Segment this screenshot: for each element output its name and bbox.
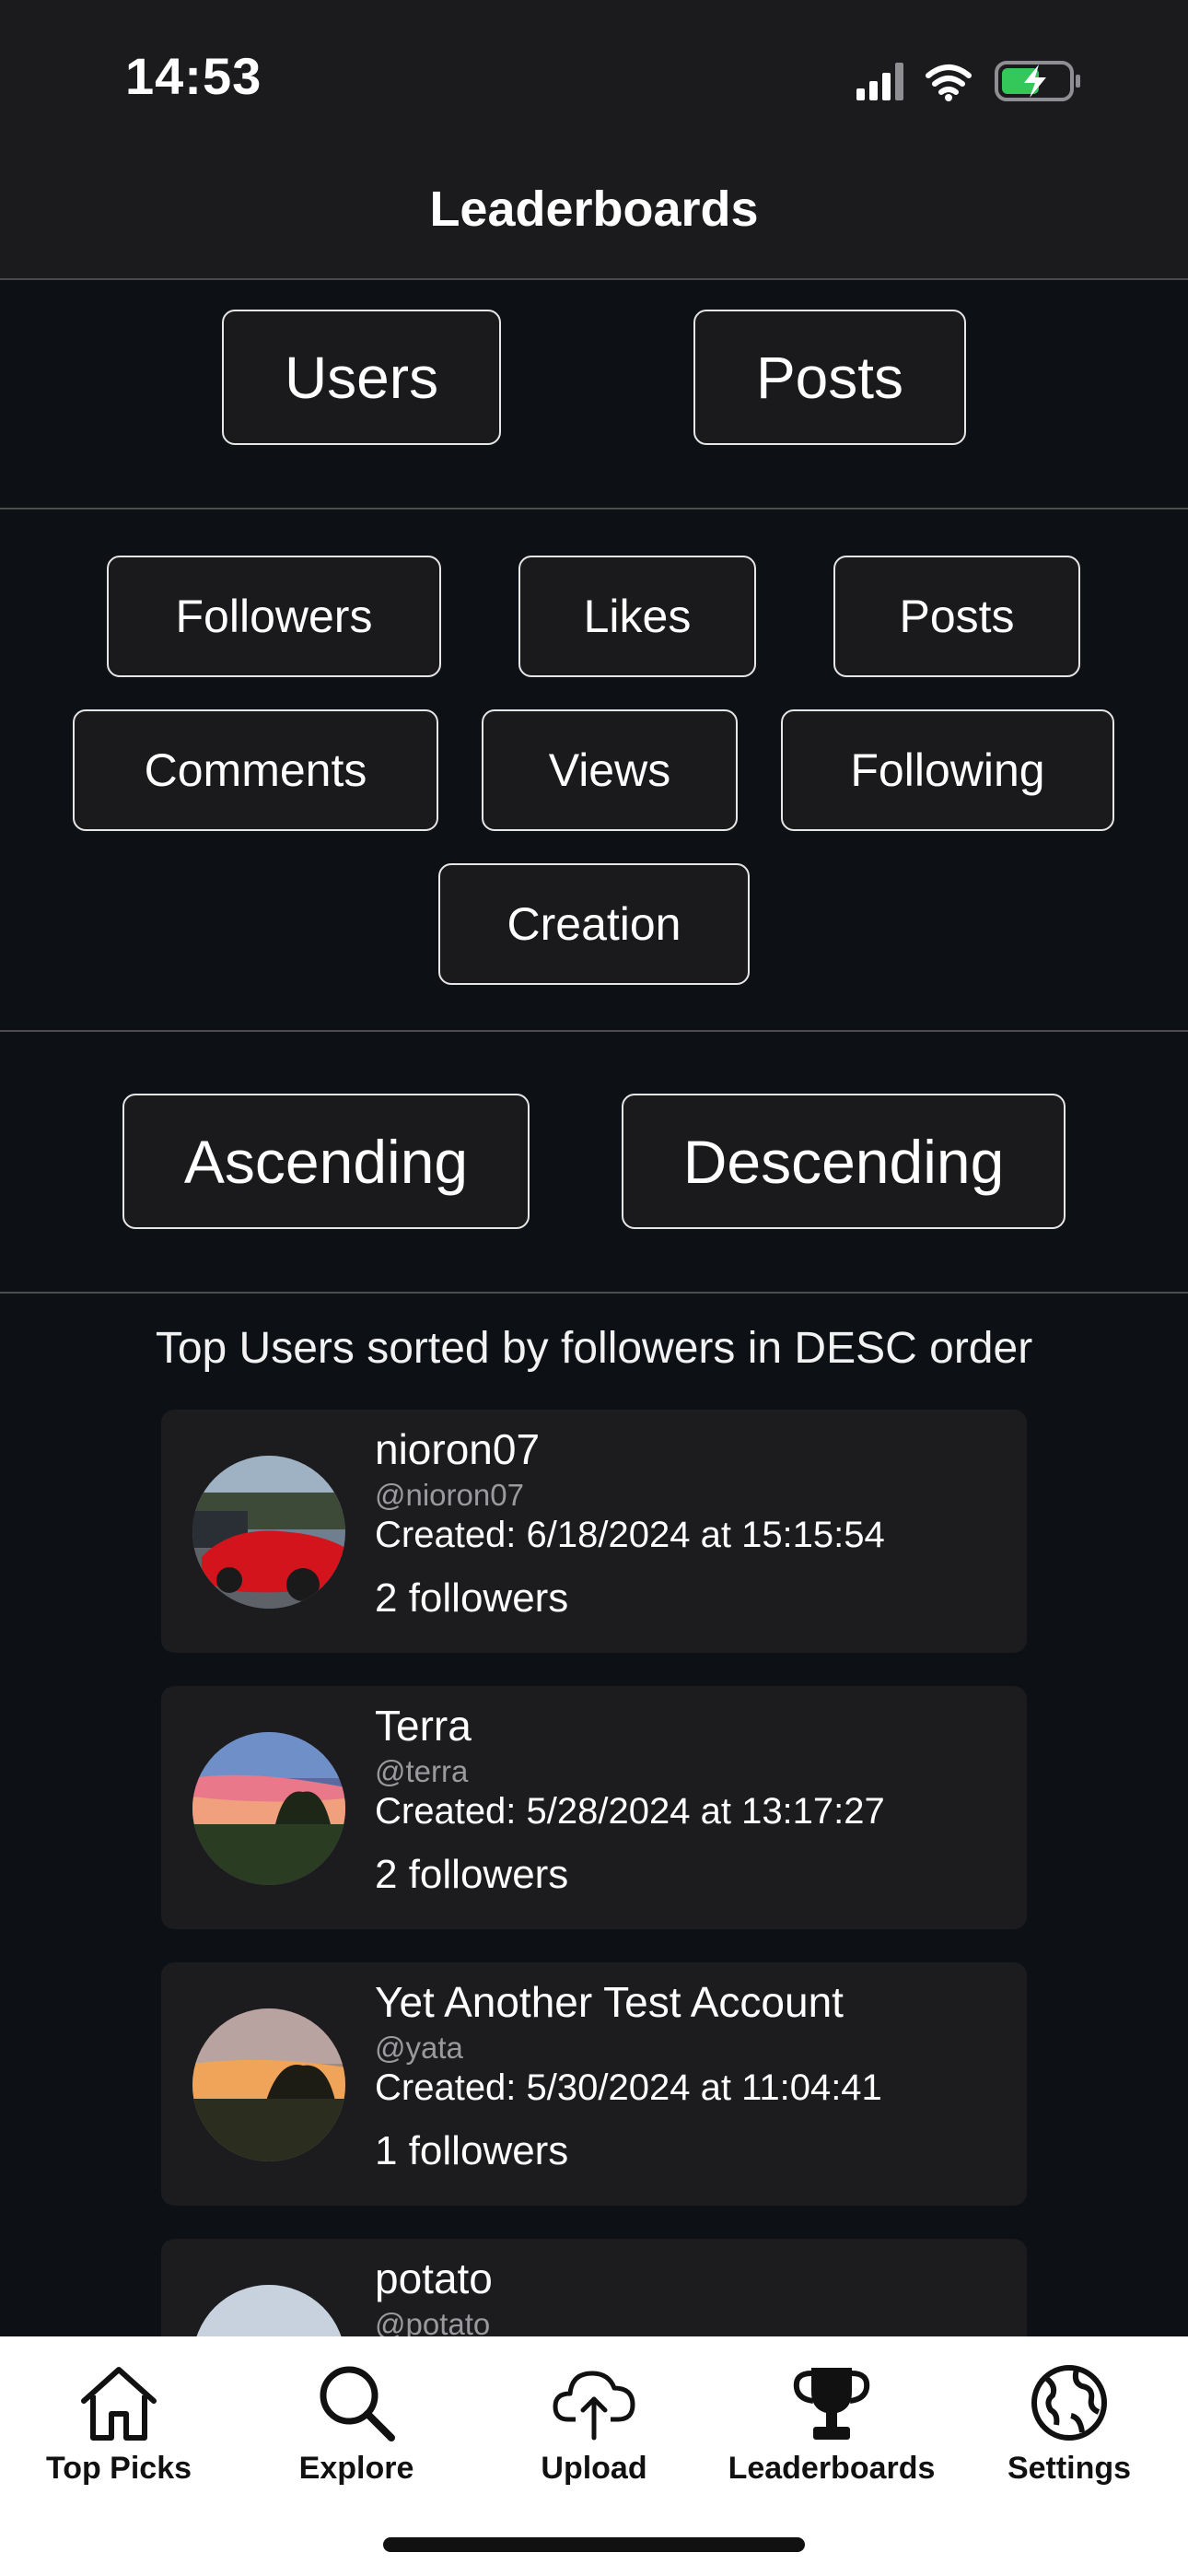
user-followers: 2 followers (375, 1575, 569, 1621)
tab-upload[interactable]: Upload (475, 2336, 713, 2521)
user-list-item[interactable]: Terra @terra Created: 5/28/2024 at 13:17… (161, 1686, 1027, 1929)
avatar (192, 1456, 345, 1609)
user-name: Terra (375, 1702, 472, 1750)
cloud-upload-icon (553, 2371, 635, 2441)
user-name: potato (375, 2254, 493, 2302)
avatar (192, 1732, 345, 1885)
tab-explore-label: Explore (298, 2451, 414, 2486)
cellular-signal-icon (856, 63, 903, 100)
user-handle: @terra (375, 1754, 469, 1788)
sort-posts-button[interactable]: Posts (833, 556, 1080, 677)
nav-header: Leaderboards (0, 147, 1188, 280)
descending-button[interactable]: Descending (622, 1094, 1066, 1229)
user-created: Created: 5/28/2024 at 13:17:27 (375, 1791, 885, 1832)
sort-creation-button[interactable]: Creation (438, 863, 750, 985)
user-list-item[interactable]: nioron07 @nioron07 Created: 6/18/2024 at… (161, 1410, 1027, 1653)
home-indicator (383, 2537, 805, 2552)
user-list-item[interactable]: Yet Another Test Account @yata Created: … (161, 1962, 1027, 2206)
results-caption: Top Users sorted by followers in DESC or… (155, 1324, 1033, 1373)
avatar (192, 2008, 345, 2161)
user-handle: @nioron07 (375, 1478, 524, 1512)
section-divider (0, 508, 1188, 509)
tab-top-picks[interactable]: Top Picks (0, 2336, 238, 2521)
status-icons (856, 57, 1105, 105)
tab-leaderboards-label: Leaderboards (728, 2451, 936, 2486)
sort-likes-button[interactable]: Likes (518, 556, 756, 677)
sort-comments-button[interactable]: Comments (73, 709, 438, 831)
search-icon (320, 2366, 395, 2441)
user-name: Yet Another Test Account (375, 1978, 844, 2026)
user-name: nioron07 (375, 1425, 541, 1473)
globe-icon (1031, 2365, 1107, 2441)
tab-upload-label: Upload (541, 2451, 647, 2486)
wifi-icon (926, 64, 972, 101)
section-divider (0, 1292, 1188, 1294)
section-divider (0, 1030, 1188, 1032)
user-handle: @yata (375, 2031, 463, 2065)
tab-bar: Top Picks Explore Upload Leaderboards Se… (0, 2336, 1188, 2576)
user-followers: 1 followers (375, 2128, 569, 2173)
tab-leaderboards[interactable]: Leaderboards (713, 2336, 950, 2521)
status-time: 14:53 (125, 47, 262, 105)
status-bar: 14:53 (0, 0, 1188, 147)
battery-charging-icon (995, 61, 1080, 101)
posts-type-button[interactable]: Posts (693, 310, 966, 445)
tab-explore[interactable]: Explore (238, 2336, 475, 2521)
user-created: Created: 6/18/2024 at 15:15:54 (375, 1515, 885, 1555)
sort-views-button[interactable]: Views (482, 709, 738, 831)
tab-settings[interactable]: Settings (950, 2336, 1188, 2521)
trophy-icon (793, 2368, 870, 2440)
user-followers: 2 followers (375, 1852, 569, 1897)
ascending-button[interactable]: Ascending (122, 1094, 530, 1229)
sort-following-button[interactable]: Following (781, 709, 1114, 831)
user-created: Created: 5/30/2024 at 11:04:41 (375, 2067, 882, 2108)
users-type-button[interactable]: Users (222, 310, 501, 445)
sort-followers-button[interactable]: Followers (107, 556, 441, 677)
page-title: Leaderboards (429, 181, 759, 237)
tab-settings-label: Settings (1007, 2451, 1132, 2486)
home-icon (81, 2367, 157, 2441)
tab-top-picks-label: Top Picks (45, 2451, 192, 2486)
